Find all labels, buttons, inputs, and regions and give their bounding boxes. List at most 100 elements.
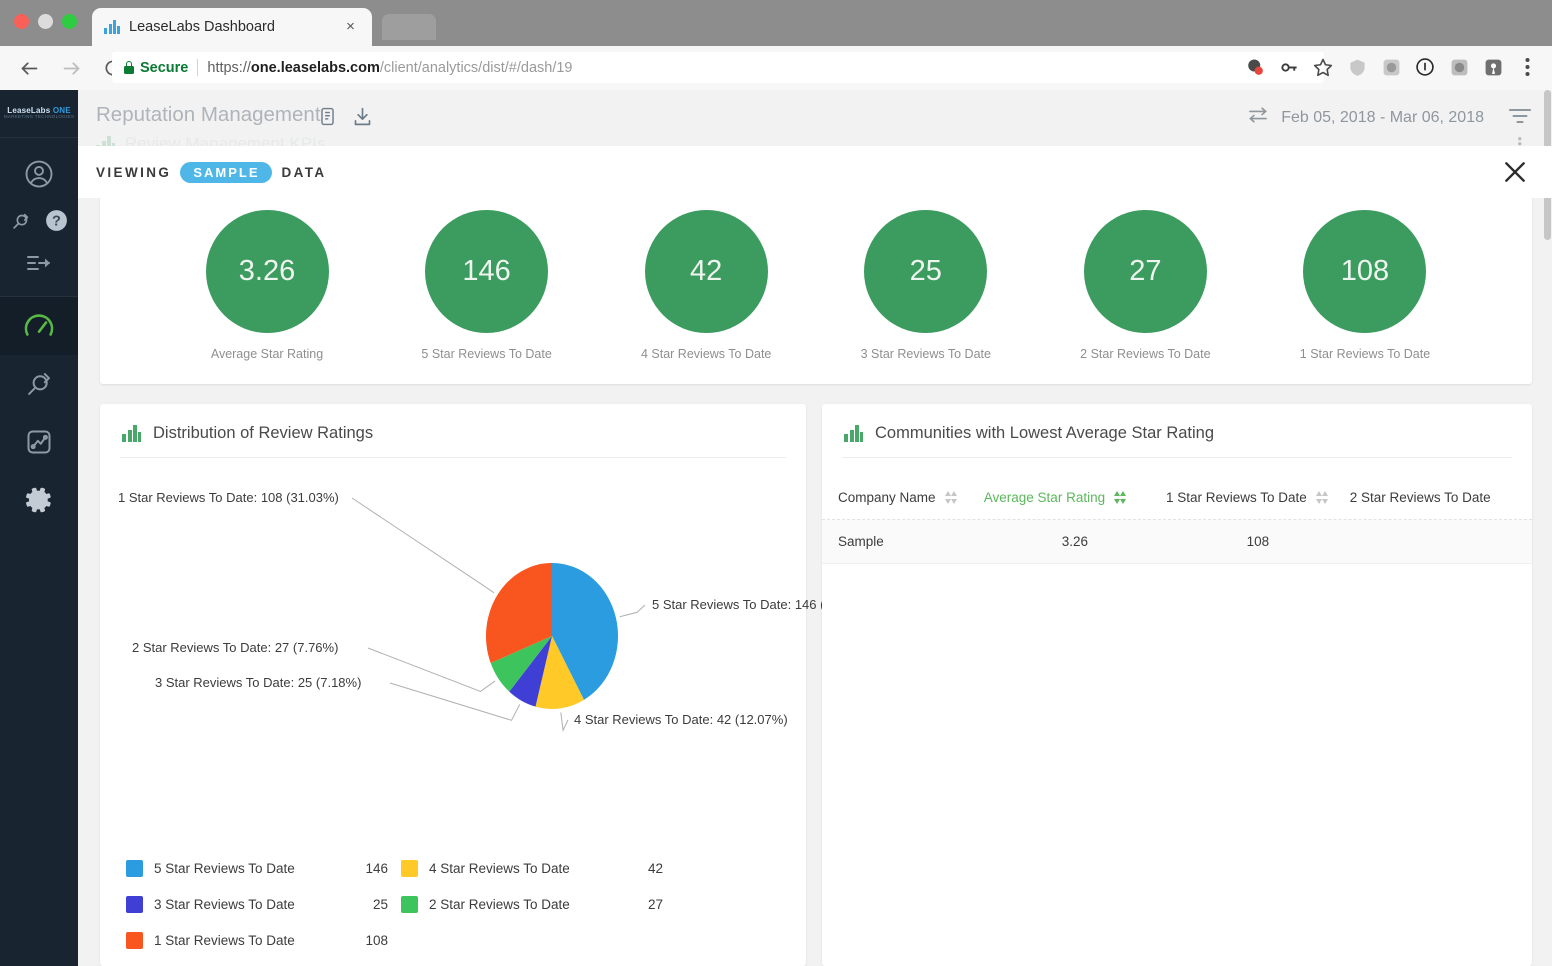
kpi-value-circle: 42: [645, 210, 768, 333]
legend-item[interactable]: 3 Star Reviews To Date25: [126, 896, 401, 913]
kpi-tile: 272 Star Reviews To Date: [1070, 210, 1220, 361]
pie-leader-line: [620, 605, 645, 617]
legend-row: 3 Star Reviews To Date252 Star Reviews T…: [126, 886, 786, 922]
panel-divider: [120, 457, 786, 458]
info-extension-icon[interactable]: [1410, 52, 1440, 82]
sidebar-item-integrations[interactable]: [10, 210, 32, 237]
download-icon[interactable]: [352, 106, 373, 132]
sidebar-item-help[interactable]: ?: [44, 208, 69, 238]
pie-callout-label: 4 Star Reviews To Date: 42 (12.07%): [574, 712, 788, 727]
browser-tab[interactable]: LeaseLabs Dashboard ×: [92, 8, 372, 46]
legend-value: 27: [621, 897, 663, 912]
pie-callout-label: 1 Star Reviews To Date: 108 (31.03%): [118, 490, 339, 505]
sample-pill[interactable]: SAMPLE: [180, 162, 272, 183]
bar-chart-icon: [844, 425, 863, 442]
cookie-blocked-icon[interactable]: [1240, 52, 1270, 82]
pie-leader-line: [561, 712, 568, 730]
column-label: Company Name: [838, 490, 936, 505]
kpi-label: 4 Star Reviews To Date: [631, 347, 781, 361]
main-content: Reputation Management Feb 05, 2018 - Mar…: [78, 90, 1552, 966]
bar-chart-icon: [122, 425, 141, 442]
sidebar-item-logout[interactable]: [26, 252, 52, 279]
table-row[interactable]: Sample3.26108: [822, 520, 1532, 564]
communities-table: Company Name Average Star Rating 1 Star Re…: [822, 476, 1532, 564]
sort-toggle-icon[interactable]: [945, 491, 956, 504]
sort-toggle-icon[interactable]: [1316, 491, 1327, 504]
url-path: /client/analytics/dist/#/dash/19: [380, 60, 573, 76]
legend-item[interactable]: 4 Star Reviews To Date42: [401, 860, 676, 877]
table-body: Sample3.26108: [822, 520, 1532, 564]
sidebar-item-dashboard[interactable]: [0, 297, 78, 355]
sidebar-row-tools: ?: [0, 201, 78, 245]
pie-chart-area: 5 Star Reviews To Date: 146 (41.95%)4 St…: [100, 472, 806, 802]
sidebar-item-connections[interactable]: [0, 355, 78, 413]
table-column-header[interactable]: 2 Star Reviews To Date: [1350, 490, 1532, 505]
window-maximize-button[interactable]: [62, 14, 77, 29]
key-icon[interactable]: [1274, 52, 1304, 82]
legend-swatch: [401, 860, 418, 877]
new-tab-button[interactable]: [382, 14, 436, 40]
password-extension-icon[interactable]: [1478, 52, 1508, 82]
back-arrow-icon[interactable]: [12, 51, 46, 85]
svg-text:?: ?: [52, 214, 61, 230]
grammar-extension-icon[interactable]: [1444, 52, 1474, 82]
browser-tabstrip: LeaseLabs Dashboard ×: [0, 0, 1552, 46]
column-label: Average Star Rating: [984, 490, 1105, 505]
kpi-tile: 3.26Average Star Rating: [192, 210, 342, 361]
page-header-actions: [318, 106, 373, 132]
shield-extension-icon[interactable]: [1342, 52, 1372, 82]
kpi-value-circle: 146: [425, 210, 548, 333]
close-icon[interactable]: [1502, 159, 1528, 185]
secure-label: Secure: [140, 60, 188, 76]
distribution-panel-title: Distribution of Review Ratings: [153, 424, 373, 443]
legend-item[interactable]: 5 Star Reviews To Date146: [126, 860, 401, 877]
date-range-selector[interactable]: Feb 05, 2018 - Mar 06, 2018: [1247, 106, 1484, 129]
legend-value: 108: [346, 933, 388, 948]
table-column-header[interactable]: Company Name: [822, 490, 984, 505]
distribution-panel: Distribution of Review Ratings 5 Star Re…: [100, 404, 806, 966]
table-column-header[interactable]: Average Star Rating: [984, 490, 1166, 505]
legend-item[interactable]: 1 Star Reviews To Date108: [126, 932, 401, 949]
pie-chart[interactable]: [100, 472, 806, 802]
legend-value: 42: [621, 861, 663, 876]
legend-label: 1 Star Reviews To Date: [154, 933, 346, 948]
pie-callout-label: 2 Star Reviews To Date: 27 (7.76%): [132, 640, 338, 655]
communities-panel: Communities with Lowest Average Star Rat…: [822, 404, 1532, 966]
legend-value: 25: [346, 897, 388, 912]
forward-arrow-icon[interactable]: [54, 51, 88, 85]
legend-swatch: [126, 932, 143, 949]
kpi-value: 25: [910, 255, 942, 288]
tab-close-icon[interactable]: ×: [343, 19, 358, 34]
legend-row: 1 Star Reviews To Date108: [126, 922, 786, 958]
window-minimize-button[interactable]: [38, 14, 53, 29]
kpi-value-circle: 25: [864, 210, 987, 333]
browser-extension-icons: [1240, 52, 1542, 82]
address-bar[interactable]: Secure https:// one.leaselabs.com /clien…: [112, 52, 1324, 83]
sidebar-item-account[interactable]: [24, 159, 54, 194]
date-range-label: Feb 05, 2018 - Mar 06, 2018: [1281, 109, 1484, 127]
tab-favicon-icon: [104, 20, 120, 34]
legend-item[interactable]: 2 Star Reviews To Date27: [401, 896, 676, 913]
leaselabs-logo[interactable]: LeaseLabs ONE MARKETING TECHNOLOGIES: [0, 90, 78, 138]
sidebar-item-settings[interactable]: [0, 471, 78, 529]
sidebar-item-reports[interactable]: [0, 413, 78, 471]
table-column-header[interactable]: 1 Star Reviews To Date: [1166, 490, 1350, 505]
kpi-tile: 42 4 Star Reviews To Date: [631, 210, 781, 361]
page-scrollbar[interactable]: [1543, 90, 1552, 966]
filter-icon[interactable]: [1508, 105, 1532, 132]
legend-swatch: [401, 896, 418, 913]
sidebar-row-logout: [0, 245, 78, 286]
sort-toggle-icon[interactable]: [1114, 491, 1125, 504]
kebab-menu-icon[interactable]: [1512, 52, 1542, 82]
pie-leader-line: [352, 498, 494, 593]
banner-prefix: VIEWING: [96, 165, 171, 180]
window-close-button[interactable]: [14, 14, 29, 29]
compare-swap-icon[interactable]: [1247, 106, 1269, 129]
kpi-tile: 1081 Star Reviews To Date: [1290, 210, 1440, 361]
kpi-value: 146: [462, 255, 510, 288]
tab-title: LeaseLabs Dashboard: [129, 19, 275, 35]
legend-swatch: [126, 860, 143, 877]
document-copy-icon[interactable]: [318, 106, 337, 132]
sync-extension-icon[interactable]: [1376, 52, 1406, 82]
star-bookmark-icon[interactable]: [1308, 52, 1338, 82]
